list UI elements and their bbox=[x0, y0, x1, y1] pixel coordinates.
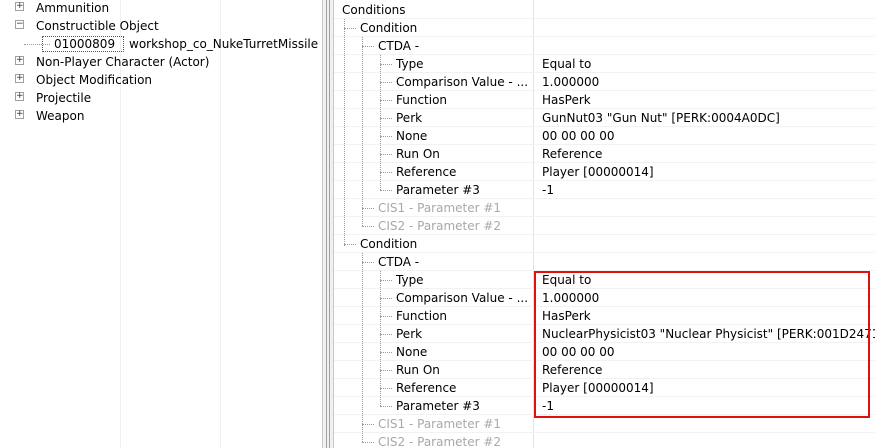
field-value[interactable]: -1 bbox=[542, 181, 554, 199]
tree-item-label: Projectile bbox=[36, 91, 92, 105]
tree-item-weapon[interactable]: + Weapon bbox=[0, 107, 322, 125]
record-editor-id: workshop_co_NukeTurretMissile bbox=[129, 37, 319, 51]
tree-item-npc[interactable]: + Non-Player Character (Actor) bbox=[0, 53, 322, 71]
field-label: None bbox=[396, 129, 428, 143]
expand-icon[interactable]: + bbox=[15, 56, 24, 65]
expand-icon[interactable]: + bbox=[15, 2, 24, 11]
field-label: Type bbox=[396, 273, 424, 287]
field-value[interactable]: Reference bbox=[542, 361, 602, 379]
field-comparison-value[interactable]: Comparison Value - ... 1.000000 bbox=[334, 289, 875, 307]
node-label: CTDA - bbox=[378, 39, 420, 53]
node-condition[interactable]: Condition bbox=[334, 235, 875, 253]
field-run-on[interactable]: Run On Reference bbox=[334, 145, 875, 163]
node-condition[interactable]: Condition bbox=[334, 19, 875, 37]
tree-item-label: Ammunition bbox=[36, 1, 110, 15]
tree-item-label: Non-Player Character (Actor) bbox=[36, 55, 210, 69]
tree-item-label: Weapon bbox=[36, 109, 85, 123]
field-label: Perk bbox=[396, 327, 423, 341]
field-value[interactable]: 1.000000 bbox=[542, 289, 599, 307]
field-value[interactable]: Player [00000014] bbox=[542, 163, 654, 181]
expand-icon[interactable]: + bbox=[15, 110, 24, 119]
field-run-on[interactable]: Run On Reference bbox=[334, 361, 875, 379]
field-label: Comparison Value - ... bbox=[396, 291, 529, 305]
node-conditions[interactable]: Conditions bbox=[334, 1, 875, 19]
field-value[interactable]: -1 bbox=[542, 397, 554, 415]
field-label: Comparison Value - ... bbox=[396, 75, 529, 89]
node-label: Conditions bbox=[342, 3, 406, 17]
field-cis1[interactable]: CIS1 - Parameter #1 bbox=[334, 415, 875, 433]
field-label: Parameter #3 bbox=[396, 399, 480, 413]
field-value[interactable]: Equal to bbox=[542, 271, 591, 289]
field-function[interactable]: Function HasPerk bbox=[334, 307, 875, 325]
field-value[interactable]: HasPerk bbox=[542, 307, 591, 325]
node-label: CTDA - bbox=[378, 255, 420, 269]
node-label: Condition bbox=[360, 21, 418, 35]
node-ctda[interactable]: CTDA - bbox=[334, 37, 875, 55]
field-perk[interactable]: Perk GunNut03 "Gun Nut" [PERK:0004A0DC] bbox=[334, 109, 875, 127]
expand-icon[interactable]: + bbox=[15, 74, 24, 83]
node-label: Condition bbox=[360, 237, 418, 251]
record-tree[interactable]: + Ammunition − Constructible Object 0100… bbox=[0, 0, 322, 448]
field-value[interactable]: Player [00000014] bbox=[542, 379, 654, 397]
field-label: Parameter #3 bbox=[396, 183, 480, 197]
record-view: Conditions Condition CTDA - Type Equal t… bbox=[334, 0, 875, 448]
field-value[interactable]: Equal to bbox=[542, 55, 591, 73]
field-value[interactable]: HasPerk bbox=[542, 91, 591, 109]
field-parameter-3[interactable]: Parameter #3 -1 bbox=[334, 181, 875, 199]
tree-item-label: Constructible Object bbox=[36, 19, 159, 33]
field-label: CIS2 - Parameter #2 bbox=[378, 435, 502, 448]
field-value[interactable]: GunNut03 "Gun Nut" [PERK:0004A0DC] bbox=[542, 109, 780, 127]
field-label: Function bbox=[396, 93, 448, 107]
field-type[interactable]: Type Equal to bbox=[334, 271, 875, 289]
field-label: Reference bbox=[396, 165, 457, 179]
field-value[interactable]: 00 00 00 00 bbox=[542, 343, 615, 361]
tree-record-selected[interactable]: 01000809 workshop_co_NukeTurretMissile bbox=[0, 35, 322, 53]
field-label: Type bbox=[396, 57, 424, 71]
field-reference[interactable]: Reference Player [00000014] bbox=[334, 379, 875, 397]
tree-item-object-modification[interactable]: + Object Modification bbox=[0, 71, 322, 89]
field-function[interactable]: Function HasPerk bbox=[334, 91, 875, 109]
tree-item-constructible-object[interactable]: − Constructible Object bbox=[0, 17, 322, 35]
field-value[interactable]: 00 00 00 00 bbox=[542, 127, 615, 145]
field-cis2[interactable]: CIS2 - Parameter #2 bbox=[334, 433, 875, 448]
node-ctda[interactable]: CTDA - bbox=[334, 253, 875, 271]
field-cis2[interactable]: CIS2 - Parameter #2 bbox=[334, 217, 875, 235]
field-label: Run On bbox=[396, 363, 440, 377]
field-value[interactable]: NuclearPhysicist03 "Nuclear Physicist" [… bbox=[542, 325, 875, 343]
collapse-icon[interactable]: − bbox=[15, 20, 24, 29]
field-label: CIS1 - Parameter #1 bbox=[378, 201, 502, 215]
field-value[interactable]: Reference bbox=[542, 145, 602, 163]
field-reference[interactable]: Reference Player [00000014] bbox=[334, 163, 875, 181]
field-label: Function bbox=[396, 309, 448, 323]
tree-item-ammunition[interactable]: + Ammunition bbox=[0, 0, 322, 17]
pane-splitter[interactable] bbox=[322, 0, 334, 448]
field-none[interactable]: None 00 00 00 00 bbox=[334, 127, 875, 145]
field-perk[interactable]: Perk NuclearPhysicist03 "Nuclear Physici… bbox=[334, 325, 875, 343]
field-cis1[interactable]: CIS1 - Parameter #1 bbox=[334, 199, 875, 217]
field-comparison-value[interactable]: Comparison Value - ... 1.000000 bbox=[334, 73, 875, 91]
field-label: Perk bbox=[396, 111, 423, 125]
field-label: None bbox=[396, 345, 428, 359]
field-none[interactable]: None 00 00 00 00 bbox=[334, 343, 875, 361]
tree-item-projectile[interactable]: + Projectile bbox=[0, 89, 322, 107]
field-parameter-3[interactable]: Parameter #3 -1 bbox=[334, 397, 875, 415]
field-label: Run On bbox=[396, 147, 440, 161]
field-label: CIS2 - Parameter #2 bbox=[378, 219, 502, 233]
expand-icon[interactable]: + bbox=[15, 92, 24, 101]
field-value[interactable]: 1.000000 bbox=[542, 73, 599, 91]
field-label: Reference bbox=[396, 381, 457, 395]
record-form-id: 01000809 bbox=[54, 37, 116, 51]
field-type[interactable]: Type Equal to bbox=[334, 55, 875, 73]
field-label: CIS1 - Parameter #1 bbox=[378, 417, 502, 431]
tree-item-label: Object Modification bbox=[36, 73, 153, 87]
